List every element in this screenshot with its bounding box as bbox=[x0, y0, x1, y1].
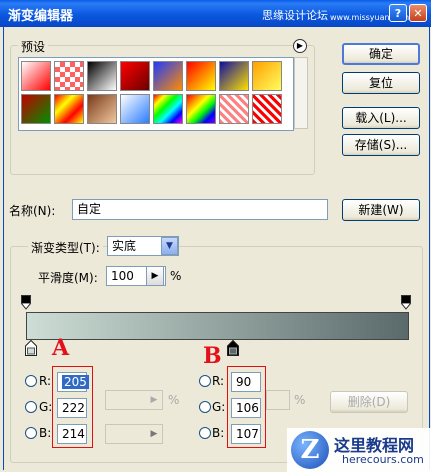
gradient-type-value: 实底 bbox=[112, 239, 137, 253]
window-title: 渐变编辑器 bbox=[8, 9, 74, 24]
opacity-stop-left[interactable] bbox=[21, 295, 31, 310]
color-stop-a[interactable] bbox=[25, 339, 37, 356]
marker-b-label: B bbox=[203, 343, 222, 369]
smoothness-percent: % bbox=[170, 269, 182, 283]
preset-swatch[interactable] bbox=[87, 94, 117, 124]
radio-b-a[interactable] bbox=[25, 427, 37, 439]
preset-swatch[interactable] bbox=[186, 94, 216, 124]
radio-g-b[interactable] bbox=[199, 401, 211, 413]
preset-swatch[interactable] bbox=[120, 94, 150, 124]
input-r-a-value: 205 bbox=[62, 375, 89, 389]
input-r-a[interactable]: 205 bbox=[57, 372, 89, 392]
save-button[interactable]: 存储(S)... bbox=[342, 134, 420, 156]
preset-swatch[interactable] bbox=[252, 94, 282, 124]
smoothness-label: 平滑度(M): bbox=[38, 271, 98, 285]
name-input[interactable]: 自定 bbox=[72, 199, 328, 220]
label-r-a: R: bbox=[39, 374, 52, 388]
smoothness-arrow-icon[interactable]: ▶ bbox=[146, 266, 164, 286]
new-button[interactable]: 新建(W) bbox=[342, 199, 420, 221]
preset-swatch[interactable] bbox=[219, 94, 249, 124]
delete-button: 删除(D) bbox=[330, 391, 408, 413]
color-arrow-icon: ▶ bbox=[150, 429, 158, 439]
location-percent: % bbox=[294, 393, 306, 407]
marker-a-label: A bbox=[52, 335, 70, 361]
site-logo-icon: Z bbox=[291, 431, 329, 469]
radio-g-a[interactable] bbox=[25, 401, 37, 413]
preset-swatch[interactable] bbox=[153, 61, 183, 91]
preset-swatch[interactable] bbox=[21, 94, 51, 124]
name-label: 名称(N): bbox=[9, 204, 56, 218]
label-b-a: B: bbox=[39, 426, 52, 440]
preset-swatch[interactable] bbox=[120, 61, 150, 91]
radio-b-b[interactable] bbox=[199, 427, 211, 439]
help-button[interactable]: ? bbox=[389, 4, 407, 22]
radio-r-b[interactable] bbox=[199, 375, 211, 387]
label-g-b: G: bbox=[212, 400, 226, 414]
presets-menu-icon[interactable]: ▶ bbox=[293, 39, 307, 53]
input-r-b[interactable]: 90 bbox=[231, 372, 261, 392]
input-g-b[interactable]: 106 bbox=[231, 398, 261, 418]
gradient-preview-bar[interactable] bbox=[26, 312, 409, 340]
presets-scrollbar[interactable] bbox=[294, 57, 308, 129]
load-button[interactable]: 载入(L)... bbox=[342, 107, 420, 129]
opacity-arrow-icon: ▶ bbox=[150, 395, 158, 405]
preset-swatch[interactable] bbox=[54, 94, 84, 124]
label-b-b: B: bbox=[212, 426, 225, 440]
site-url: herecours.com bbox=[342, 453, 424, 466]
label-g-a: G: bbox=[39, 400, 53, 414]
watermark-title: 思缘设计论坛 bbox=[262, 9, 328, 22]
preset-swatch[interactable] bbox=[252, 61, 282, 91]
preset-swatch[interactable] bbox=[87, 61, 117, 91]
label-r-b: R: bbox=[212, 374, 225, 388]
preset-swatch[interactable] bbox=[21, 61, 51, 91]
chevron-down-icon[interactable]: ▼ bbox=[161, 237, 178, 255]
input-b-a[interactable]: 214 bbox=[57, 424, 87, 444]
presets-grid bbox=[18, 57, 294, 131]
opacity-stop-right[interactable] bbox=[401, 295, 411, 310]
radio-r-a[interactable] bbox=[25, 375, 37, 387]
input-b-b[interactable]: 107 bbox=[231, 424, 261, 444]
opacity-percent: % bbox=[168, 393, 180, 407]
preset-swatch[interactable] bbox=[54, 61, 84, 91]
input-g-a[interactable]: 222 bbox=[57, 398, 87, 418]
preset-swatch[interactable] bbox=[186, 61, 216, 91]
location-input-disabled bbox=[266, 390, 290, 410]
ok-button[interactable]: 确定 bbox=[342, 43, 420, 65]
preset-swatch[interactable] bbox=[219, 61, 249, 91]
gradient-type-label: 渐变类型(T): bbox=[28, 239, 103, 256]
presets-label: 预设 bbox=[18, 38, 49, 55]
color-stop-b[interactable] bbox=[227, 339, 239, 356]
close-button[interactable]: ✕ bbox=[409, 4, 427, 22]
preset-swatch[interactable] bbox=[153, 94, 183, 124]
reset-button[interactable]: 复位 bbox=[342, 72, 420, 94]
